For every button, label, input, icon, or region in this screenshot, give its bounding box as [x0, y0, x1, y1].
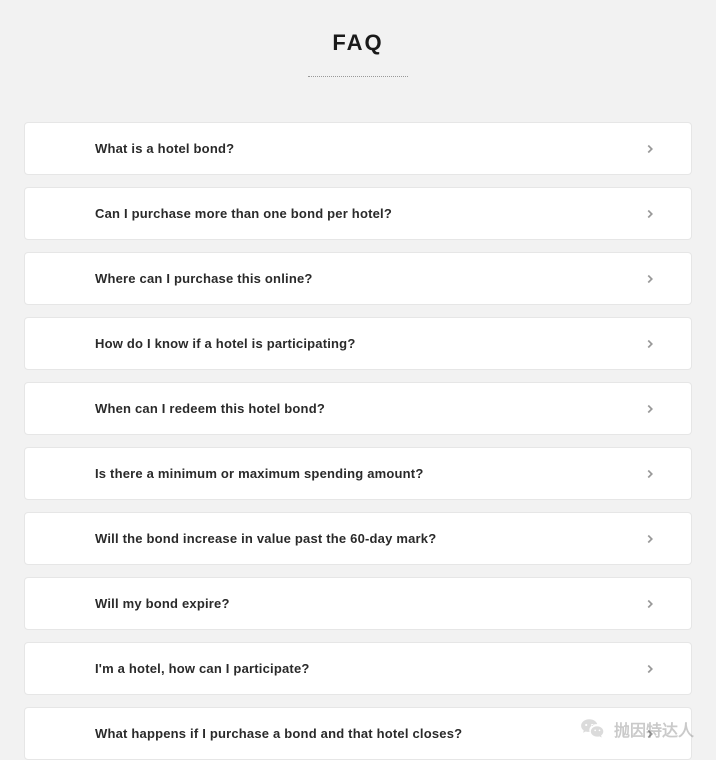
faq-question-label: Where can I purchase this online? — [95, 271, 313, 286]
chevron-right-icon — [643, 142, 657, 156]
faq-question-label: Will the bond increase in value past the… — [95, 531, 436, 546]
faq-question-label: Can I purchase more than one bond per ho… — [95, 206, 392, 221]
faq-item[interactable]: Is there a minimum or maximum spending a… — [24, 447, 692, 500]
chevron-right-icon — [643, 402, 657, 416]
faq-item[interactable]: Will my bond expire? — [24, 577, 692, 630]
chevron-right-icon — [643, 532, 657, 546]
faq-question-label: What happens if I purchase a bond and th… — [95, 726, 462, 741]
faq-item[interactable]: What is a hotel bond? — [24, 122, 692, 175]
chevron-right-icon — [643, 337, 657, 351]
chevron-right-icon — [643, 662, 657, 676]
faq-question-label: Will my bond expire? — [95, 596, 230, 611]
chevron-right-icon — [643, 597, 657, 611]
faq-item[interactable]: Where can I purchase this online? — [24, 252, 692, 305]
faq-question-label: How do I know if a hotel is participatin… — [95, 336, 355, 351]
faq-item[interactable]: How do I know if a hotel is participatin… — [24, 317, 692, 370]
chevron-right-icon — [643, 272, 657, 286]
faq-question-label: When can I redeem this hotel bond? — [95, 401, 325, 416]
chevron-right-icon — [643, 467, 657, 481]
faq-item[interactable]: What happens if I purchase a bond and th… — [24, 707, 692, 760]
faq-item[interactable]: Will the bond increase in value past the… — [24, 512, 692, 565]
faq-item[interactable]: When can I redeem this hotel bond? — [24, 382, 692, 435]
chevron-right-icon — [643, 207, 657, 221]
title-divider — [308, 76, 408, 77]
faq-item[interactable]: Can I purchase more than one bond per ho… — [24, 187, 692, 240]
chevron-right-icon — [643, 727, 657, 741]
faq-question-label: I'm a hotel, how can I participate? — [95, 661, 310, 676]
faq-list: What is a hotel bond? Can I purchase mor… — [24, 122, 692, 760]
faq-question-label: Is there a minimum or maximum spending a… — [95, 466, 423, 481]
faq-container: FAQ What is a hotel bond? Can I purchase… — [0, 0, 716, 760]
faq-item[interactable]: I'm a hotel, how can I participate? — [24, 642, 692, 695]
faq-question-label: What is a hotel bond? — [95, 141, 234, 156]
page-title: FAQ — [24, 30, 692, 56]
